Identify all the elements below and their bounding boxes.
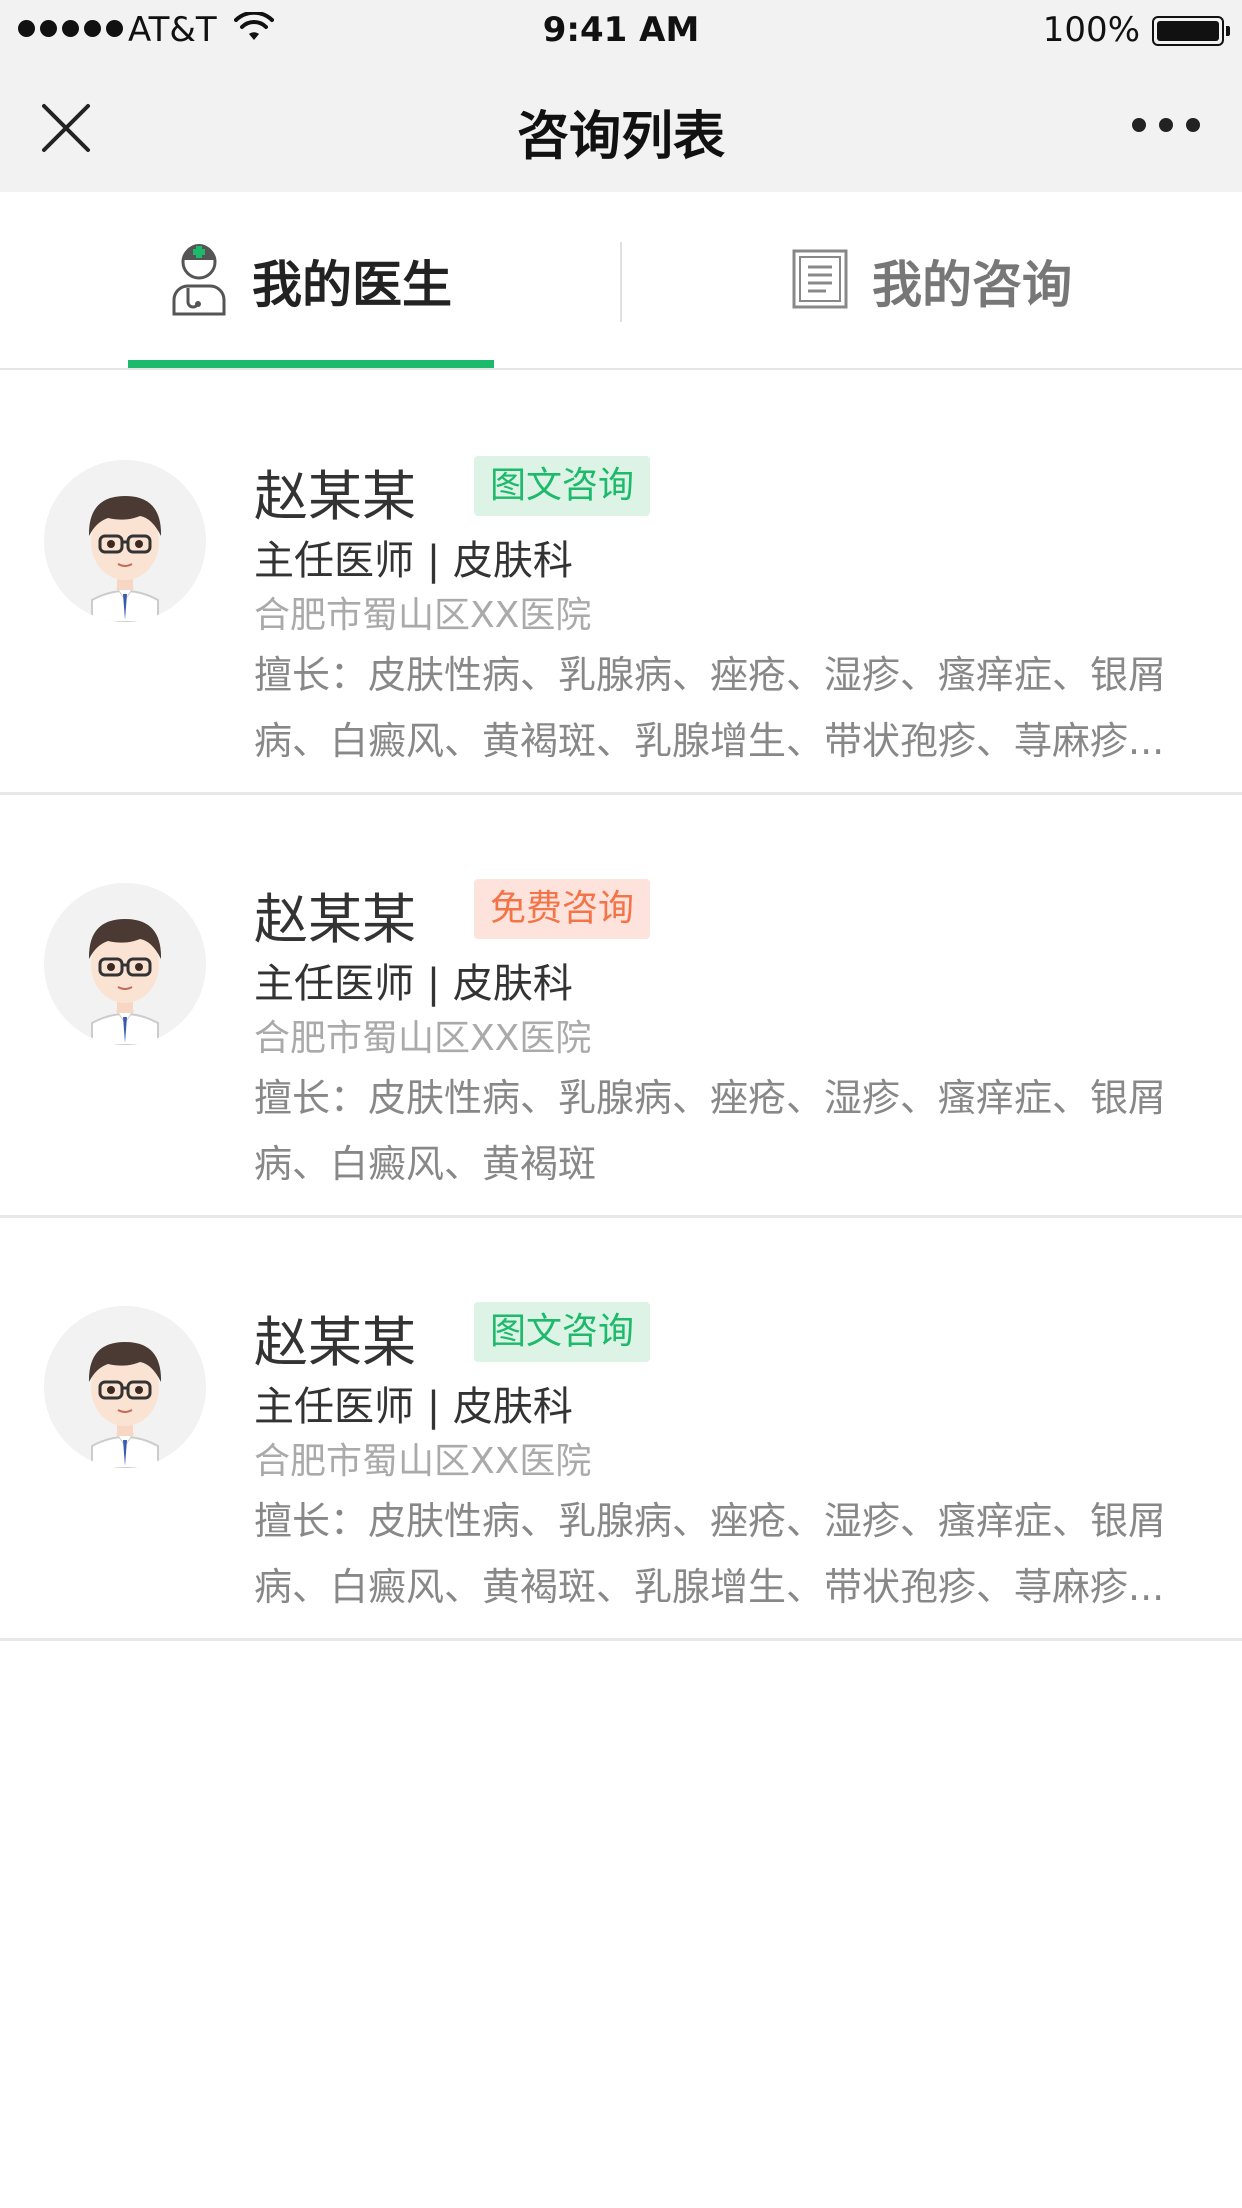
battery-icon <box>1152 16 1230 46</box>
avatar <box>44 1306 206 1468</box>
battery-percent: 100% <box>1042 10 1140 50</box>
more-icon[interactable] <box>1132 118 1200 132</box>
doctor-card[interactable]: 赵某某 图文咨询 主任医师 | 皮肤科 合肥市蜀山区XX医院 擅长：皮肤性病、乳… <box>0 372 1242 795</box>
avatar <box>44 883 206 1045</box>
tab-divider <box>620 242 622 322</box>
doctor-card[interactable]: 赵某某 图文咨询 主任医师 | 皮肤科 合肥市蜀山区XX医院 擅长：皮肤性病、乳… <box>0 1218 1242 1641</box>
tab-label: 我的咨询 <box>872 256 1072 314</box>
doctor-list: 赵某某 图文咨询 主任医师 | 皮肤科 合肥市蜀山区XX医院 擅长：皮肤性病、乳… <box>0 372 1242 1641</box>
doctor-title: 主任医师 | 皮肤科 <box>254 1384 573 1430</box>
nav-bar: 咨询列表 <box>0 62 1242 192</box>
tab-my-consultations[interactable]: 我的咨询 <box>792 192 1072 370</box>
doctor-title: 主任医师 | 皮肤科 <box>254 961 573 1007</box>
consult-type-badge: 图文咨询 <box>474 456 651 516</box>
doctor-title: 主任医师 | 皮肤科 <box>254 538 573 584</box>
doctor-icon <box>170 242 228 320</box>
page-title: 咨询列表 <box>516 107 725 167</box>
avatar <box>44 460 206 622</box>
doctor-name: 赵某某 <box>254 465 416 528</box>
tab-label: 我的医生 <box>252 256 452 314</box>
doctor-name: 赵某某 <box>254 1311 416 1374</box>
doctor-specialty: 擅长：皮肤性病、乳腺病、痤疮、湿疹、瘙痒症、银屑病、白癜风、黄褐斑、乳腺增生、带… <box>254 653 1167 763</box>
status-bar: AT&T 9:41 AM 100% <box>0 0 1242 62</box>
doctor-specialty: 擅长：皮肤性病、乳腺病、痤疮、湿疹、瘙痒症、银屑病、白癜风、黄褐斑 <box>254 1076 1167 1186</box>
doctor-hospital: 合肥市蜀山区XX医院 <box>254 1441 592 1482</box>
doctor-name: 赵某某 <box>254 888 416 951</box>
tab-bar: 我的医生 我的咨询 <box>0 192 1242 370</box>
document-icon <box>792 249 848 313</box>
doctor-card[interactable]: 赵某某 免费咨询 主任医师 | 皮肤科 合肥市蜀山区XX医院 擅长：皮肤性病、乳… <box>0 795 1242 1218</box>
consult-type-badge: 图文咨询 <box>474 1302 651 1362</box>
doctor-specialty: 擅长：皮肤性病、乳腺病、痤疮、湿疹、瘙痒症、银屑病、白癜风、黄褐斑、乳腺增生、带… <box>254 1499 1167 1609</box>
tab-my-doctors[interactable]: 我的医生 <box>170 192 452 370</box>
active-tab-indicator <box>128 360 494 368</box>
doctor-hospital: 合肥市蜀山区XX医院 <box>254 595 592 636</box>
consult-type-badge: 免费咨询 <box>474 879 651 939</box>
doctor-hospital: 合肥市蜀山区XX医院 <box>254 1018 592 1059</box>
